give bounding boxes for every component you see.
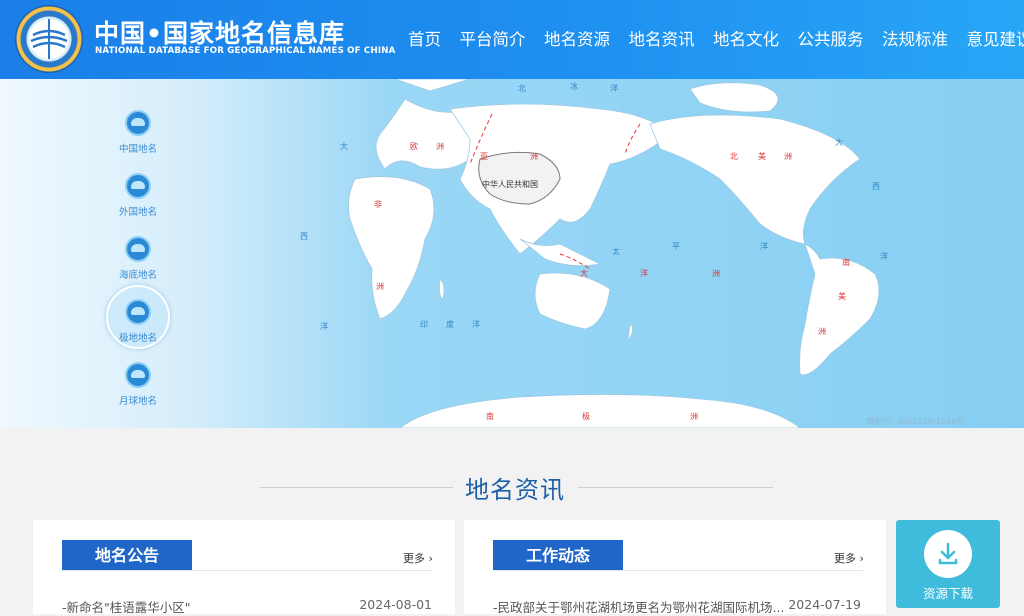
site-subtitle: NATIONAL DATABASE FOR GEOGRAPHICAL NAMES…: [95, 46, 395, 56]
label-atlantic-w-1: 大: [340, 141, 348, 151]
card-divider: [493, 570, 863, 571]
map-approval-number: 审图号：GS(2016)1569号: [866, 416, 964, 427]
label-sa-1: 南: [842, 257, 850, 267]
polar-icon: [125, 299, 151, 325]
label-atlantic-w-2: 西: [300, 232, 308, 241]
label-indian-3: 洋: [472, 319, 480, 329]
world-map-banner: 中华人民共和国 欧 洲 亚 洲 非 洲 北 美 洲 南 美 洲 大 洋 洲 南 …: [0, 79, 1024, 428]
label-arctic-2: 冰: [570, 81, 578, 91]
nav-regulations[interactable]: 法规标准: [882, 26, 948, 50]
label-antarctica-1: 南: [486, 411, 494, 421]
label-pacific-3: 洋: [760, 241, 768, 251]
nav-feedback[interactable]: 意见建议: [967, 26, 1024, 50]
label-europe-1: 欧: [410, 141, 418, 151]
label-atlantic-e-3: 洋: [880, 251, 888, 261]
label-oceania-1: 大: [580, 268, 588, 278]
label-indian-2: 度: [446, 319, 454, 329]
news-title[interactable]: -新命名"桂语露华小区": [62, 597, 191, 616]
announcement-heading[interactable]: 地名公告: [62, 540, 192, 571]
list-item[interactable]: -新命名"桂语露华小区" 2024-08-01: [62, 597, 432, 616]
china-map-icon: [125, 110, 151, 136]
site-title: 中国•国家地名信息库: [94, 14, 345, 50]
sidebar-item-moon[interactable]: 月球地名: [100, 362, 176, 407]
label-arctic-1: 北: [518, 84, 526, 93]
sidebar-item-foreign[interactable]: 外国地名: [100, 173, 176, 218]
title-divider-left: [260, 487, 453, 488]
announcement-more-link[interactable]: 更多 ›: [403, 550, 433, 566]
site-header: 中国•国家地名信息库 NATIONAL DATABASE FOR GEOGRAP…: [0, 0, 1024, 79]
title-divider-right: [578, 487, 773, 488]
nav-home[interactable]: 首页: [408, 26, 441, 50]
chevron-right-icon: ›: [429, 552, 433, 565]
work-heading[interactable]: 工作动态: [493, 540, 623, 571]
sidebar-item-seafloor[interactable]: 海底地名: [100, 236, 176, 281]
nav-resources[interactable]: 地名资源: [544, 26, 610, 50]
label-atlantic-e-2: 西: [872, 182, 880, 191]
label-asia-2: 洲: [530, 152, 538, 161]
label-na-3: 洲: [784, 152, 792, 161]
label-indian-1: 印: [420, 320, 428, 329]
sidebar-item-polar[interactable]: 极地地名: [100, 299, 176, 344]
label-antarctica-3: 洲: [690, 412, 698, 421]
nav-about[interactable]: 平台简介: [460, 26, 526, 50]
work-more-link[interactable]: 更多 ›: [834, 550, 864, 566]
announcement-card: 地名公告 更多 › -新命名"桂语露华小区" 2024-08-01: [33, 520, 455, 614]
label-na-2: 美: [758, 151, 766, 161]
section-title: 地名资讯: [440, 470, 590, 505]
label-oceania-2: 洋: [640, 268, 648, 278]
nav-culture[interactable]: 地名文化: [713, 26, 779, 50]
globe-icon: [125, 173, 151, 199]
label-china[interactable]: 中华人民共和国: [482, 179, 538, 189]
label-arctic-3: 洋: [610, 83, 618, 93]
nav-services[interactable]: 公共服务: [798, 26, 864, 50]
work-card: 工作动态 更多 › -民政部关于鄂州花湖机场更名为鄂州花湖国际机场... 202…: [464, 520, 886, 614]
label-africa-1: 非: [374, 199, 382, 209]
label-pacific-2: 平: [672, 242, 680, 251]
label-atlantic-e-1: 大: [835, 137, 843, 147]
label-sa-3: 洲: [818, 327, 826, 336]
label-europe-2: 洲: [436, 142, 444, 151]
label-antarctica-2: 极: [582, 411, 590, 421]
news-date: 2024-08-01: [359, 597, 432, 616]
label-pacific-1: 太: [612, 246, 620, 256]
label-asia-1: 亚: [480, 152, 488, 161]
label-na-1: 北: [730, 152, 738, 161]
news-date: 2024-07-19: [788, 597, 861, 616]
download-label: 资源下载: [896, 583, 1000, 602]
label-atlantic-w-3: 洋: [320, 321, 328, 331]
moon-icon: [125, 362, 151, 388]
download-button[interactable]: 资源下载: [896, 520, 1000, 608]
label-africa-2: 洲: [376, 282, 384, 291]
chevron-right-icon: ›: [860, 552, 864, 565]
card-divider: [62, 570, 432, 571]
list-item[interactable]: -民政部关于鄂州花湖机场更名为鄂州花湖国际机场... 2024-07-19: [493, 597, 861, 616]
seafloor-icon: [125, 236, 151, 262]
main-nav: 首页 平台简介 地名资源 地名资讯 地名文化 公共服务 法规标准 意见建议: [408, 26, 1024, 50]
sidebar-item-china[interactable]: 中国地名: [100, 110, 176, 155]
nav-news[interactable]: 地名资讯: [629, 26, 695, 50]
globe-emblem-icon[interactable]: [15, 5, 83, 73]
download-icon: [924, 530, 972, 578]
news-title[interactable]: -民政部关于鄂州花湖机场更名为鄂州花湖国际机场...: [493, 597, 784, 616]
label-oceania-3: 洲: [712, 269, 720, 278]
label-sa-2: 美: [838, 291, 846, 301]
